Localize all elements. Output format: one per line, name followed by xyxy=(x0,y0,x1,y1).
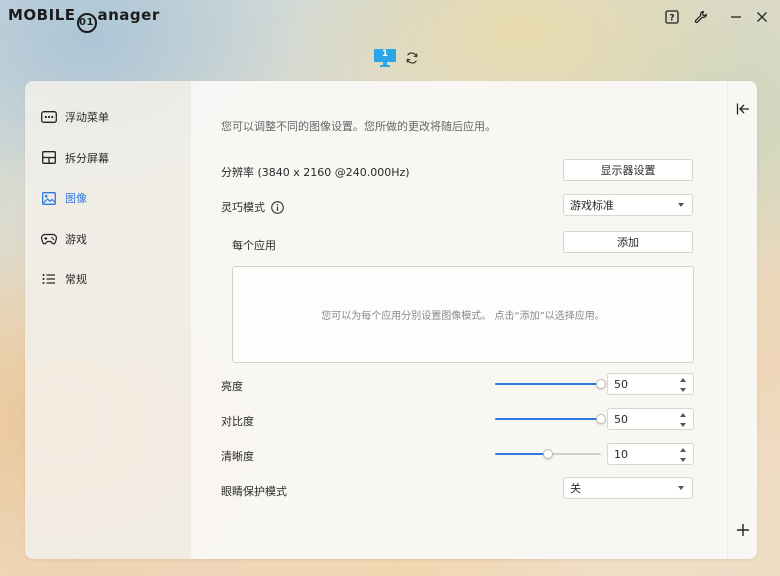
image-icon xyxy=(41,190,57,206)
info-icon[interactable] xyxy=(271,200,284,214)
help-icon[interactable]: ? xyxy=(663,8,681,26)
sidebar-item-floating-menu[interactable]: 浮动菜单 xyxy=(25,97,191,138)
monitor-selector: 1 xyxy=(373,48,421,68)
eye-care-select[interactable]: 关 xyxy=(563,477,693,499)
title-bar: MOBILE 01 anager ? xyxy=(0,0,780,36)
main-panel: 浮动菜单 拆分屏幕 图像 游戏 常规 您可以调整不同的图像设置。您所做的更改将随… xyxy=(25,81,757,559)
minimize-icon[interactable] xyxy=(727,8,745,26)
refresh-icon[interactable] xyxy=(405,51,419,65)
slider-thumb[interactable] xyxy=(596,414,606,424)
chevron-down-icon xyxy=(678,203,684,207)
close-icon[interactable] xyxy=(753,8,771,26)
sidebar-item-image[interactable]: 图像 xyxy=(25,178,191,219)
spin-arrows-icon[interactable] xyxy=(680,378,688,392)
smart-mode-value: 游戏标准 xyxy=(570,199,614,212)
collapse-left-icon[interactable] xyxy=(736,102,750,116)
spin-arrows-icon[interactable] xyxy=(680,448,688,462)
image-settings-content: 您可以调整不同的图像设置。您所做的更改将随后应用。 分辨率 (3840 x 21… xyxy=(191,81,727,559)
sidebar: 浮动菜单 拆分屏幕 图像 游戏 常规 xyxy=(25,81,191,559)
sidebar-item-general[interactable]: 常规 xyxy=(25,259,191,300)
sidebar-item-label: 图像 xyxy=(65,192,87,206)
brightness-spinbox[interactable]: 50 xyxy=(607,373,694,395)
app-logo: MOBILE 01 anager xyxy=(8,6,160,33)
spin-arrows-icon[interactable] xyxy=(680,413,688,427)
page-description: 您可以调整不同的图像设置。您所做的更改将随后应用。 xyxy=(221,120,496,133)
smart-mode-label: 灵巧模式 xyxy=(221,201,265,214)
sidebar-item-split-screen[interactable]: 拆分屏幕 xyxy=(25,138,191,179)
plus-icon[interactable] xyxy=(736,523,750,537)
contrast-spinbox[interactable]: 50 xyxy=(607,408,694,430)
contrast-value: 50 xyxy=(614,412,628,426)
brightness-value: 50 xyxy=(614,377,628,391)
split-screen-icon xyxy=(41,150,57,166)
eye-care-value: 关 xyxy=(570,482,581,495)
monitor-icon[interactable]: 1 xyxy=(373,48,397,68)
eye-care-label: 眼睛保护模式 xyxy=(221,485,287,498)
display-settings-button[interactable]: 显示器设置 xyxy=(563,159,693,181)
right-toolbar xyxy=(727,81,757,559)
sharpness-value: 10 xyxy=(614,447,628,461)
per-app-list: 您可以为每个应用分别设置图像模式。 点击“添加”以选择应用。 xyxy=(232,266,694,363)
sharpness-spinbox[interactable]: 10 xyxy=(607,443,694,465)
chevron-down-icon xyxy=(678,486,684,490)
monitor-number: 1 xyxy=(381,49,389,59)
per-app-placeholder: 您可以为每个应用分别设置图像模式。 点击“添加”以选择应用。 xyxy=(321,311,605,322)
gamepad-icon xyxy=(41,231,57,247)
sidebar-item-games[interactable]: 游戏 xyxy=(25,219,191,260)
contrast-label: 对比度 xyxy=(221,415,254,428)
resolution-label: 分辨率 (3840 x 2160 @240.000Hz) xyxy=(221,166,410,179)
add-app-button[interactable]: 添加 xyxy=(563,231,693,253)
brightness-slider[interactable] xyxy=(495,378,606,390)
svg-text:?: ? xyxy=(669,14,674,24)
smart-mode-row: 灵巧模式 xyxy=(221,199,284,215)
brightness-label: 亮度 xyxy=(221,380,243,393)
smart-mode-select[interactable]: 游戏标准 xyxy=(563,194,693,216)
ellipsis-box-icon xyxy=(41,109,57,125)
slider-thumb[interactable] xyxy=(543,449,553,459)
contrast-slider[interactable] xyxy=(495,413,606,425)
list-icon xyxy=(41,271,57,287)
sidebar-item-label: 常规 xyxy=(65,273,87,287)
per-app-label: 每个应用 xyxy=(232,239,276,252)
sidebar-item-label: 浮动菜单 xyxy=(65,111,109,125)
slider-thumb[interactable] xyxy=(596,379,606,389)
sidebar-item-label: 游戏 xyxy=(65,232,87,246)
sharpness-label: 清晰度 xyxy=(221,450,254,463)
sidebar-item-label: 拆分屏幕 xyxy=(65,151,109,165)
wrench-icon[interactable] xyxy=(692,8,710,26)
sharpness-slider[interactable] xyxy=(495,448,601,460)
